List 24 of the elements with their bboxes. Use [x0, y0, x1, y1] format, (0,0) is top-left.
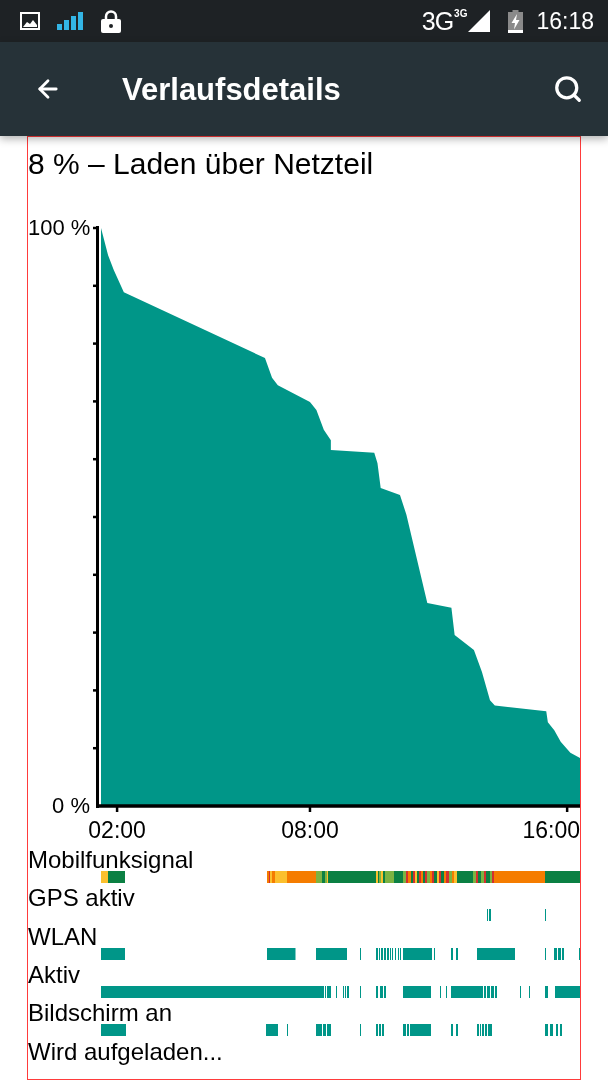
x-tick-label: 02:00	[88, 819, 146, 842]
timeline-label: Mobilfunksignal	[28, 849, 194, 871]
search-button[interactable]	[552, 73, 584, 105]
timeline-label: WLAN	[28, 925, 98, 948]
battery-summary: 8 % – Laden über Netzteil	[28, 146, 374, 182]
app-bar-title: Verlaufsdetails	[122, 73, 341, 105]
search-icon	[553, 74, 583, 104]
image-icon	[20, 12, 40, 30]
timeline-label: Aktiv	[28, 964, 80, 986]
signal-bars-icon	[57, 12, 83, 30]
x-tick-label: 16:00	[522, 819, 580, 842]
cell-signal-icon	[468, 10, 491, 32]
status-time: 16:18	[536, 9, 594, 33]
network-type-label: 3G	[421, 8, 454, 34]
timeline-label: GPS aktiv	[28, 887, 135, 910]
activity-timeline-drawing	[487, 909, 546, 922]
battery-charging-icon	[508, 9, 524, 33]
network-type-superscript: 3G	[454, 9, 468, 19]
timeline-label: Wird aufgeladen...	[28, 1040, 223, 1063]
x-tick-label: 08:00	[281, 819, 339, 842]
y-tick-label: 100 %	[28, 217, 90, 239]
timeline-label: Bildschirm an	[28, 1002, 173, 1025]
lock-icon	[101, 9, 121, 33]
y-tick-label: 0 %	[51, 795, 90, 817]
